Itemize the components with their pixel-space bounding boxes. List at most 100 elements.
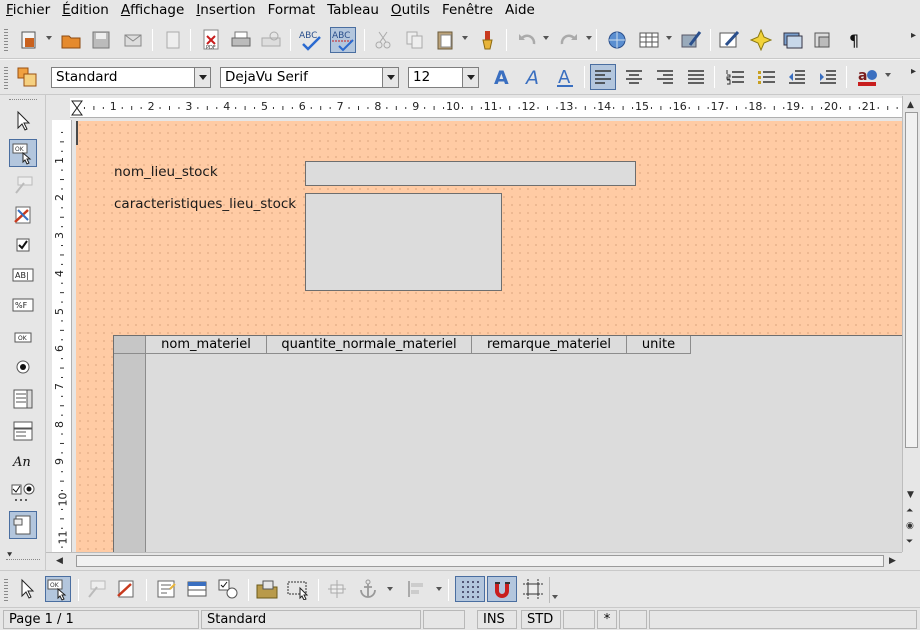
new-document-icon[interactable]	[16, 27, 42, 53]
underline-a-icon[interactable]: A	[552, 64, 578, 90]
horizontal-ruler[interactable]: 1 2 3 4 5 6 7 8 9 10 11 12 13 14 15 16 17 18 19 20 21	[70, 98, 902, 118]
increase-indent-icon[interactable]	[815, 64, 841, 90]
helplines-while-moving-icon[interactable]	[520, 576, 546, 602]
hyperlink-mode-indicator[interactable]	[563, 610, 595, 629]
gallery-icon[interactable]	[780, 27, 806, 53]
toolbar-overflow-icon[interactable]: ▸	[911, 30, 916, 41]
paragraph-style-select[interactable]: Standard	[51, 67, 211, 88]
auto-control-focus-icon[interactable]	[285, 576, 311, 602]
add-field-icon[interactable]	[184, 576, 210, 602]
form-properties-icon[interactable]	[113, 576, 139, 602]
form-navigator-icon[interactable]	[153, 576, 179, 602]
form-design-toolbar-icon[interactable]	[9, 511, 37, 539]
italic-a-icon[interactable]: A	[521, 64, 547, 90]
design-mode-icon[interactable]: OK	[45, 576, 71, 602]
scroll-left-icon[interactable]: ◀	[56, 556, 63, 566]
scroll-up-icon[interactable]: ▲	[907, 100, 914, 110]
control-properties-icon[interactable]	[83, 576, 109, 602]
edit-mode-icon[interactable]	[160, 27, 186, 53]
bold-a-icon[interactable]: A	[489, 64, 515, 90]
form-properties-icon[interactable]	[9, 201, 37, 229]
column-header-remarque-materiel[interactable]: remarque_materiel	[472, 336, 627, 354]
document-modified-indicator[interactable]: *	[597, 610, 617, 629]
save-icon[interactable]	[88, 27, 114, 53]
zoom-indicator[interactable]	[423, 610, 465, 629]
scroll-right-icon[interactable]: ▶	[889, 556, 896, 566]
scroll-down-icon[interactable]: ▼	[907, 490, 914, 500]
label-nom-lieu-stock[interactable]: nom_lieu_stock	[114, 164, 218, 180]
hyperlink-icon[interactable]	[604, 27, 630, 53]
menu-insertion[interactable]: Insertion	[190, 0, 261, 21]
menu-fichier[interactable]: Fichier	[0, 0, 56, 21]
print-preview-icon[interactable]	[258, 27, 284, 53]
toolbar-overflow-icon[interactable]: ▸	[911, 66, 916, 77]
decrease-indent-icon[interactable]	[784, 64, 810, 90]
option-button-icon[interactable]	[9, 353, 37, 381]
table-control[interactable]: nom_materiel quantite_normale_materiel r…	[113, 335, 902, 552]
menu-affichage[interactable]: Affichage	[115, 0, 190, 21]
table-icon[interactable]	[636, 27, 662, 53]
label-field-icon[interactable]: An	[9, 447, 37, 475]
insert-mode-indicator[interactable]: INS	[477, 610, 517, 629]
page-indicator[interactable]: Page 1 / 1	[3, 610, 199, 629]
checkbox-icon[interactable]	[9, 231, 37, 259]
combo-box-icon[interactable]	[9, 417, 37, 445]
select-pointer-icon[interactable]	[14, 576, 40, 602]
nom-lieu-stock-field[interactable]	[305, 161, 636, 186]
bullets-icon[interactable]	[753, 64, 779, 90]
selection-mode-indicator[interactable]: STD	[521, 610, 561, 629]
column-header-nom-materiel[interactable]: nom_materiel	[146, 336, 267, 354]
open-icon[interactable]	[58, 27, 84, 53]
menu-fenetre[interactable]: Fenêtre	[436, 0, 499, 21]
form-design-icon[interactable]	[716, 27, 742, 53]
snap-to-grid-icon[interactable]	[487, 576, 517, 602]
previous-page-icon[interactable]: ⏶	[906, 506, 913, 516]
menu-outils[interactable]: Outils	[385, 0, 436, 21]
column-header-quantite-normale-materiel[interactable]: quantite_normale_materiel	[267, 336, 472, 354]
next-page-icon[interactable]: ⏷	[906, 537, 913, 547]
undo-icon[interactable]	[514, 27, 540, 53]
menu-aide[interactable]: Aide	[499, 0, 541, 21]
copy-icon[interactable]	[402, 27, 428, 53]
font-size-select[interactable]: 12	[408, 67, 479, 88]
vtoolbar-grip[interactable]	[9, 99, 37, 101]
spellcheck-icon[interactable]: ABC	[298, 27, 324, 53]
anchor-icon[interactable]	[355, 576, 381, 602]
vertical-ruler[interactable]: 1 2 3 4 5 6 7 8 9 10 11	[52, 120, 72, 552]
open-in-design-mode-icon[interactable]	[254, 576, 280, 602]
alignment-icon[interactable]	[404, 576, 430, 602]
toolbar-grip[interactable]	[4, 67, 8, 89]
clone-formatting-icon[interactable]	[474, 27, 500, 53]
formatted-field-icon[interactable]: %F	[9, 291, 37, 319]
menu-edition[interactable]: Édition	[56, 0, 115, 21]
formatting-marks-icon[interactable]: ¶	[842, 27, 868, 53]
char-color-icon[interactable]: a	[854, 64, 880, 90]
document-page[interactable]: nom_lieu_stock caracteristiques_lieu_sto…	[76, 121, 902, 552]
text-box-icon[interactable]: AB|	[9, 261, 37, 289]
email-icon[interactable]	[120, 27, 146, 53]
caracteristiques-lieu-stock-field[interactable]	[305, 193, 502, 291]
align-center-icon[interactable]	[621, 64, 647, 90]
autospellcheck-icon[interactable]: ABC	[330, 27, 356, 53]
chevron-down-icon[interactable]	[462, 68, 478, 87]
digital-signature-indicator[interactable]	[619, 610, 647, 629]
cut-icon[interactable]	[370, 27, 396, 53]
font-name-select[interactable]: DejaVu Serif	[220, 67, 399, 88]
show-draw-functions-icon[interactable]	[678, 27, 704, 53]
print-icon[interactable]	[228, 27, 254, 53]
column-header-unite[interactable]: unite	[627, 336, 691, 354]
navigator-icon[interactable]	[748, 27, 774, 53]
page-style-indicator[interactable]: Standard	[201, 610, 421, 629]
menu-tableau[interactable]: Tableau	[321, 0, 385, 21]
position-size-icon[interactable]	[324, 576, 350, 602]
menu-format[interactable]: Format	[262, 0, 322, 21]
toolbar-grip[interactable]	[4, 29, 8, 51]
toolbar-grip[interactable]	[4, 579, 8, 601]
navigation-icon[interactable]: ◉	[906, 521, 914, 531]
select-pointer-icon[interactable]	[9, 107, 37, 135]
numbering-icon[interactable]	[722, 64, 748, 90]
design-mode-icon[interactable]: OK	[9, 139, 37, 167]
activation-order-icon[interactable]	[215, 576, 241, 602]
data-sources-icon[interactable]	[810, 27, 836, 53]
display-grid-icon[interactable]	[455, 576, 485, 602]
